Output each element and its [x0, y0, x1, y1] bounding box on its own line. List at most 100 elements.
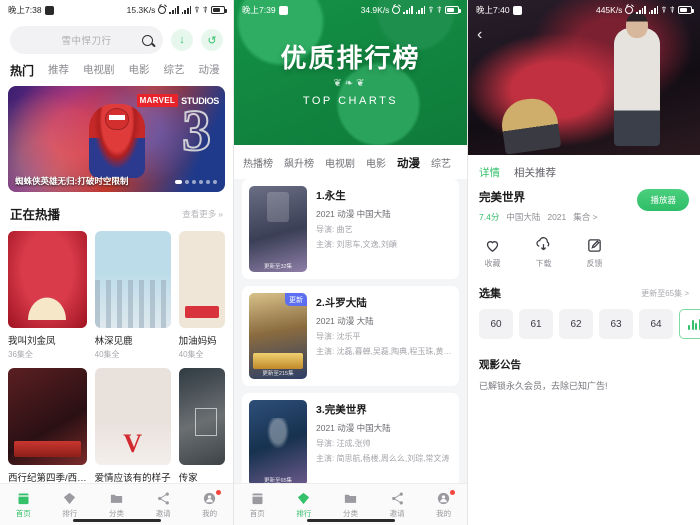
rankings-tabs: 热播榜 飙升榜 电视剧 电影 动漫 综艺 [234, 145, 467, 179]
list-item[interactable]: 爱情应该有的样子 [94, 368, 171, 486]
back-icon[interactable]: ‹ [477, 26, 482, 44]
signal2-icon [415, 6, 426, 14]
tab-movie[interactable]: 电影 [129, 62, 150, 79]
nav-item-ranking[interactable]: 排行 [281, 491, 328, 519]
list-item[interactable]: 林深见鹿 40集全 [94, 231, 171, 360]
diamond-icon [298, 492, 310, 504]
tab-tv[interactable]: 电视剧 [325, 155, 355, 171]
detail-tabs: 详情 相关推荐 [468, 155, 700, 189]
episodes-row[interactable]: 60 61 62 63 64 [468, 309, 700, 339]
list-item[interactable]: 西行纪第四季/西… [8, 368, 87, 486]
search-input[interactable]: 雪中悍刀行 [10, 26, 163, 54]
tab-details[interactable]: 详情 [479, 165, 500, 180]
signal-icon [636, 6, 646, 14]
three-phone-screenshots: 晚上7:38 15.3K/s ⍒ ⍒ 雪中悍刀行 ↓ ↺ 热门 推荐 电视剧 电… [0, 0, 700, 525]
section-title: 正在热播 [10, 208, 61, 222]
share-icon [391, 492, 403, 504]
action-label: 收藏 [484, 259, 501, 268]
feedback-button[interactable]: 反馈 [586, 237, 603, 269]
download-circle-icon[interactable]: ↓ [171, 29, 193, 51]
nav-item-mine[interactable]: 我的 [420, 489, 467, 519]
tab-recommend[interactable]: 推荐 [48, 62, 69, 79]
list-item[interactable]: 更新 更新至215集 2.斗罗大陆 2021 动漫 大陆 导演: 沈乐平 主演:… [242, 286, 459, 386]
bottom-nav-home: 首页 排行 分类 邀请 我的 [0, 483, 233, 525]
nav-label: 分类 [108, 508, 124, 518]
nav-item-home[interactable]: 首页 [234, 491, 281, 519]
favorite-button[interactable]: 收藏 [484, 237, 501, 269]
episodes-more-link[interactable]: 更新至65集 > [641, 288, 689, 299]
item-director: 导演: 沈乐平 [316, 332, 361, 341]
nav-label: 我的 [202, 508, 218, 518]
history-circle-icon[interactable]: ↺ [201, 29, 223, 51]
tab-variety[interactable]: 综艺 [164, 62, 185, 79]
episode-button[interactable]: 62 [559, 309, 593, 339]
folder-icon [344, 494, 357, 503]
tab-variety[interactable]: 综艺 [431, 155, 451, 171]
hero-banner[interactable]: MARVEL STUDIOS 3 蜘蛛侠英雄无归:打破时空限制 [8, 86, 225, 192]
person-icon [438, 492, 450, 504]
share-icon [157, 492, 169, 504]
person-icon [204, 492, 216, 504]
nav-label: 分类 [342, 508, 358, 518]
video-player[interactable]: 晚上7:40 445K/s ⍒ ⍒ ‹ [468, 0, 700, 155]
banner-character [88, 104, 145, 178]
page-title: 优质排行榜 [280, 43, 421, 73]
rank-number: 2. [316, 297, 325, 309]
hotspot-icon: ⍒ [202, 4, 208, 15]
score-value: 7.4分 [479, 212, 500, 222]
view-more-label: 查看更多 [182, 208, 217, 219]
poster-thumbnail: 更新 更新至215集 [249, 293, 307, 379]
list-item[interactable]: 更新至32集 1.永生 2021 动漫 中国大陆 导演: 曲艺 主演: 刘思车,… [242, 179, 459, 279]
nav-item-category[interactable]: 分类 [327, 491, 374, 519]
carousel-dots[interactable] [175, 180, 217, 184]
episode-button[interactable]: 61 [519, 309, 553, 339]
poster-caption: 更新至32集 [263, 264, 293, 270]
section-header-trending: 正在热播 查看更多 » [0, 192, 233, 231]
nav-item-home[interactable]: 首页 [0, 491, 47, 519]
nav-item-invite[interactable]: 邀请 [374, 491, 421, 519]
detail-header: 完美世界 7.4分 中国大陆 2021 集合 > 播放器 [468, 189, 700, 223]
view-more-link[interactable]: 查看更多 » [182, 208, 223, 220]
status-netspeed: 34.9K/s [360, 5, 390, 15]
card-subtitle: 36集全 [8, 350, 33, 359]
item-title: 3.完美世界 [316, 402, 449, 417]
search-icon[interactable] [142, 34, 153, 46]
nav-item-invite[interactable]: 邀请 [140, 491, 187, 519]
tab-anime[interactable]: 动漫 [199, 62, 220, 79]
download-button[interactable]: 下载 [535, 237, 552, 269]
collection-link[interactable]: 集合 > [573, 211, 597, 223]
update-badge: 更新 [285, 293, 307, 306]
panel-home: 晚上7:38 15.3K/s ⍒ ⍒ 雪中悍刀行 ↓ ↺ 热门 推荐 电视剧 电… [0, 0, 234, 525]
poster-thumbnail: 更新至32集 [249, 186, 307, 272]
nav-item-ranking[interactable]: 排行 [47, 491, 94, 519]
tab-hot[interactable]: 热门 [10, 62, 34, 79]
player-button[interactable]: 播放器 [637, 189, 689, 211]
nav-item-category[interactable]: 分类 [93, 491, 140, 519]
tab-rising-chart[interactable]: 飙升榜 [284, 155, 314, 171]
card-title: 爱情应该有的样子 [94, 473, 171, 484]
hotspot-icon: ⍒ [669, 4, 675, 15]
list-item[interactable]: 我叫刘金凤 36集全 [8, 231, 87, 360]
poster-thumbnail [178, 368, 225, 465]
item-title: 1.永生 [316, 188, 397, 203]
list-item[interactable]: 传家 [178, 368, 225, 486]
search-placeholder: 雪中悍刀行 [61, 36, 112, 47]
episode-button[interactable]: 63 [599, 309, 633, 339]
tab-tv[interactable]: 电视剧 [83, 62, 115, 79]
nav-item-mine[interactable]: 我的 [186, 489, 233, 519]
episode-playing-indicator[interactable] [679, 309, 700, 339]
tab-related[interactable]: 相关推荐 [514, 165, 556, 180]
marvel-box: MARVEL [136, 94, 179, 107]
bottom-nav-rankings: 首页 排行 分类 邀请 我的 [234, 483, 467, 525]
page-title: 完美世界 [479, 192, 525, 204]
nav-label: 邀请 [389, 508, 405, 518]
episode-button[interactable]: 64 [639, 309, 673, 339]
list-item[interactable]: 加油妈妈 40集全 [178, 231, 225, 360]
poster-thumbnail [8, 231, 87, 328]
tab-anime[interactable]: 动漫 [397, 155, 420, 171]
equalizer-icon [688, 318, 700, 330]
tab-movie[interactable]: 电影 [366, 155, 386, 171]
list-item[interactable]: 更新至65集 3.完美世界 2021 动漫 中国大陆 导演: 汪成,张帅 主演:… [242, 393, 459, 493]
episode-button[interactable]: 60 [479, 309, 513, 339]
tab-hot-chart[interactable]: 热播榜 [243, 155, 273, 171]
